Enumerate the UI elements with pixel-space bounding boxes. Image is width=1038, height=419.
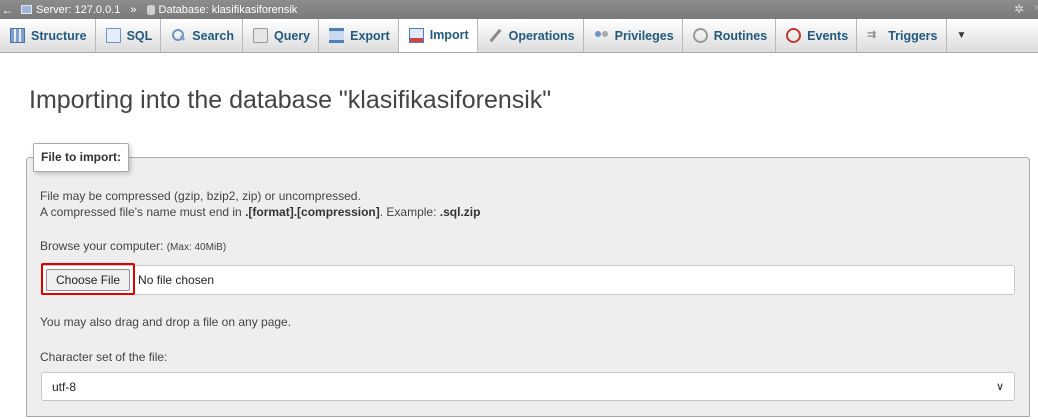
fieldset-legend: File to import: xyxy=(33,143,129,172)
operations-icon xyxy=(488,28,503,43)
tabs-more-dropdown[interactable]: ▼ xyxy=(947,19,977,52)
back-arrow-icon[interactable]: ← xyxy=(0,3,15,17)
browse-text: Browse your computer: xyxy=(40,239,167,253)
tab-label: Privileges xyxy=(614,28,674,43)
tab-sql[interactable]: SQL xyxy=(96,19,162,52)
tab-label: Triggers xyxy=(888,28,938,43)
tab-events[interactable]: Events xyxy=(776,19,858,52)
search-icon xyxy=(171,28,186,43)
server-icon xyxy=(21,5,32,14)
charset-select[interactable]: utf-8 ∨ xyxy=(41,372,1015,401)
tab-label: Search xyxy=(192,28,234,43)
tab-bar: Structure SQL Search Query Export Import… xyxy=(0,19,1038,53)
tab-export[interactable]: Export xyxy=(319,19,399,52)
import-icon xyxy=(408,27,424,43)
structure-icon xyxy=(10,28,25,43)
compression-note: File may be compressed (gzip, bzip2, zip… xyxy=(40,189,361,203)
events-icon xyxy=(786,28,802,43)
tab-label: Operations xyxy=(508,28,575,43)
example-filename: .sql.zip xyxy=(439,205,481,219)
database-icon xyxy=(146,4,155,15)
tab-label: Events xyxy=(807,28,849,43)
breadcrumb-database-link[interactable]: Database: klasifikasiforensik xyxy=(159,4,298,16)
file-status: No file chosen xyxy=(138,273,215,287)
browse-label: Browse your computer: (Max: 40MiB) xyxy=(40,239,226,253)
tab-import[interactable]: Import xyxy=(398,19,478,52)
tab-structure[interactable]: Structure xyxy=(0,19,96,52)
drag-drop-note: You may also drag and drop a file on any… xyxy=(40,315,292,329)
breadcrumb-bar: ← Server: 127.0.0.1 » Database: klasifik… xyxy=(0,0,1038,19)
tab-label: SQL xyxy=(126,28,153,43)
tab-label: Routines xyxy=(713,28,768,43)
filename-note: A compressed file's name must end in .[f… xyxy=(40,205,480,219)
triggers-icon: ⇉ xyxy=(867,29,877,41)
breadcrumb-server-link[interactable]: Server: 127.0.0.1 xyxy=(36,4,120,16)
chevron-down-icon: ∨ xyxy=(995,381,1004,393)
routines-icon xyxy=(692,28,708,43)
page-title: Importing into the database "klasifikasi… xyxy=(29,86,552,114)
filename-note-prefix: A compressed file's name must end in xyxy=(40,205,246,219)
tab-label: Structure xyxy=(31,28,87,43)
tab-label: Export xyxy=(350,28,390,43)
tab-search[interactable]: Search xyxy=(161,19,243,52)
tab-routines[interactable]: Routines xyxy=(683,19,777,52)
tab-label: Query xyxy=(273,28,311,43)
charset-value: utf-8 xyxy=(52,379,77,394)
max-size: (Max: 40MiB) xyxy=(166,242,227,253)
breadcrumb-separator: » xyxy=(130,3,137,16)
format-pattern: .[format].[compression] xyxy=(245,205,380,219)
tab-operations[interactable]: Operations xyxy=(478,19,584,52)
tab-label: Import xyxy=(429,28,469,42)
export-icon xyxy=(329,28,345,43)
tab-triggers[interactable]: ⇉ Triggers xyxy=(857,19,947,52)
privileges-icon xyxy=(593,28,609,43)
tab-privileges[interactable]: Privileges xyxy=(584,19,683,52)
breadcrumb: Server: 127.0.0.1 » Database: klasifikas… xyxy=(15,4,297,16)
charset-label: Character set of the file: xyxy=(40,350,168,364)
filename-note-mid: . Example: xyxy=(379,205,440,219)
highlight-box xyxy=(41,263,135,295)
chevron-down-icon: ▼ xyxy=(956,30,967,41)
collapse-icon[interactable]: › xyxy=(1035,2,1038,13)
settings-gear-icon[interactable]: ✲ xyxy=(1014,2,1024,16)
file-input[interactable]: Choose File No file chosen xyxy=(41,265,1015,295)
query-icon xyxy=(252,28,268,43)
tab-query[interactable]: Query xyxy=(243,19,320,52)
sql-icon xyxy=(105,28,121,43)
